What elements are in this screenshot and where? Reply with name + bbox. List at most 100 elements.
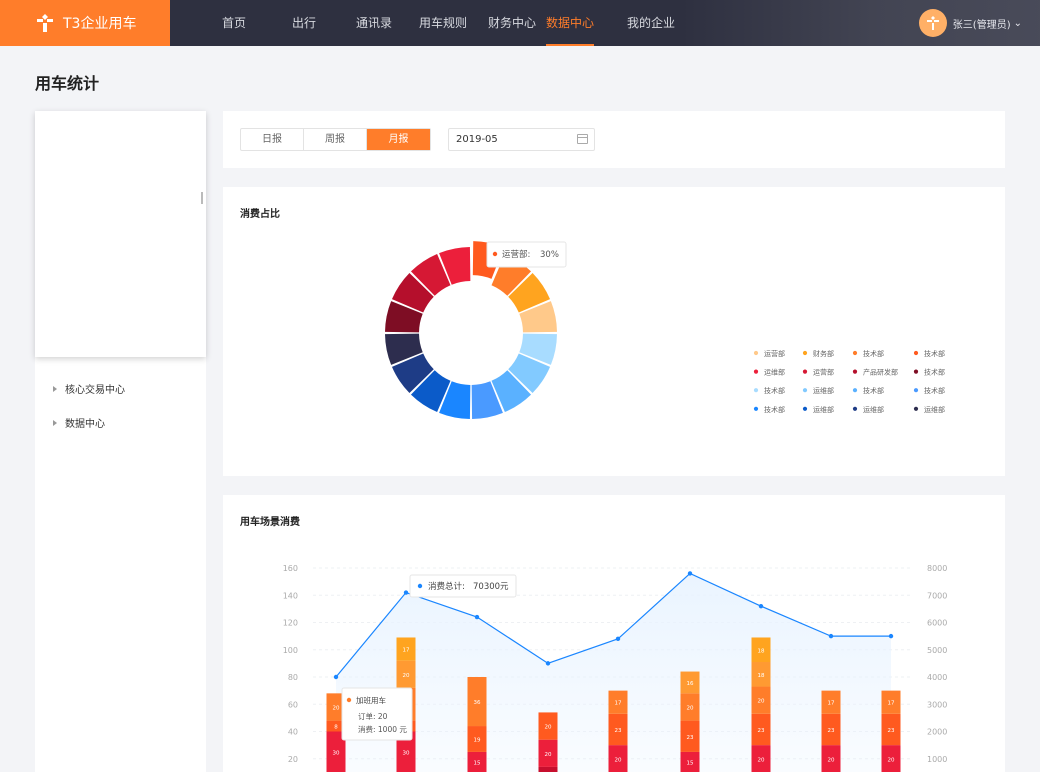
sidebar-panel: [35, 111, 206, 357]
legend-item[interactable]: 运营部: [753, 349, 785, 358]
bar-tooltip: 加班用车 订单: 20 消费: 1000 元: [341, 687, 413, 741]
legend-item[interactable]: 财务部: [802, 349, 834, 358]
bar-stack[interactable]: 20 23 17: [608, 690, 628, 772]
legend-item[interactable]: 运维部: [913, 405, 945, 414]
nav-contacts[interactable]: 通讯录: [356, 0, 392, 46]
chevron-down-icon: ⌄: [1013, 17, 1022, 29]
legend-dot: [802, 406, 808, 411]
bar-value-label: 20: [545, 725, 552, 731]
legend-dot: [913, 406, 919, 411]
legend-item[interactable]: 技术部: [852, 349, 884, 358]
month-picker[interactable]: 2019-05: [448, 128, 595, 151]
tab-monthly[interactable]: 月报: [367, 129, 430, 150]
y-left-tick: 80: [288, 673, 298, 682]
legend-label: 技术部: [863, 386, 884, 395]
bar-stack[interactable]: 15 23 20 16: [680, 671, 700, 772]
tab-weekly[interactable]: 周报: [304, 129, 367, 150]
legend-label: 财务部: [813, 349, 834, 358]
bar-value-label: 23: [687, 735, 694, 741]
bar-value-label: 23: [615, 728, 622, 734]
nav-my-company[interactable]: 我的企业: [627, 0, 675, 46]
legend-item[interactable]: 运营部: [802, 368, 834, 377]
donut-card: 消费占比 运营部: 30% 运营部 财务部 技术部 技术部 运维部 运营部 产品研发部 技术部…: [223, 187, 1005, 476]
bar-value-label: 20: [333, 705, 340, 711]
line-point[interactable]: [474, 614, 480, 620]
bar-value-label: 20: [888, 757, 895, 763]
scene-card: 用车场景消费 20 40 60 80 100 120 140 160 1000 2000 3000 4…: [223, 495, 1005, 772]
legend-label: 运维部: [813, 405, 834, 414]
user-name: 张三(管理员): [952, 19, 1011, 31]
legend-item[interactable]: 技术部: [753, 386, 785, 395]
legend-label: 运维部: [813, 386, 834, 395]
legend-label: 运营部: [764, 349, 785, 358]
bar-value-label: 30: [333, 750, 340, 756]
bar-value-label: 19: [474, 737, 481, 743]
line-tooltip-label: 消费总计:: [428, 581, 465, 592]
legend-dot: [852, 406, 858, 411]
legend-dot: [852, 369, 858, 374]
line-point[interactable]: [545, 661, 551, 666]
legend-item[interactable]: 技术部: [852, 386, 884, 395]
legend-item[interactable]: 运维部: [753, 368, 785, 377]
legend-item[interactable]: 产品研发部: [852, 368, 898, 377]
sidebar-item-core-trade[interactable]: 核心交易中心: [53, 381, 125, 396]
line-point[interactable]: [687, 571, 693, 576]
legend-label: 技术部: [924, 349, 945, 358]
bar-value-label: 17: [615, 701, 622, 707]
legend-item[interactable]: 技术部: [913, 368, 945, 377]
y-left-tick: 40: [288, 728, 298, 737]
bar-value-label: 17: [403, 648, 410, 654]
caret-right-icon: [53, 419, 57, 426]
bar-value-label: 20: [758, 699, 765, 705]
brand[interactable]: T3企业用车: [0, 0, 170, 46]
filter-card: 日报 周报 月报 2019-05: [223, 111, 1005, 168]
line-point[interactable]: [615, 636, 621, 642]
nav-home[interactable]: 首页: [222, 0, 246, 46]
logo-icon: [37, 14, 53, 32]
legend-item[interactable]: 技术部: [913, 349, 945, 358]
legend-label: 产品研发部: [863, 368, 898, 377]
legend-label: 运维部: [924, 405, 945, 414]
donut-tooltip-value: 30%: [540, 250, 559, 260]
line-point[interactable]: [828, 633, 834, 639]
bar-stack[interactable]: 20 23 17: [821, 690, 841, 772]
bar-value-label: 20: [828, 757, 835, 763]
y-left-tick: 160: [283, 564, 298, 573]
nav-data-center[interactable]: 数据中心: [546, 0, 595, 46]
bar-value-label: 17: [828, 701, 835, 707]
avatar: [918, 9, 947, 37]
y-left-tick: 100: [283, 646, 298, 655]
bar-value-label: 17: [888, 701, 895, 707]
y-right-tick: 7000: [927, 591, 947, 600]
scrollbar[interactable]: [201, 192, 203, 204]
legend-item[interactable]: 运维部: [802, 405, 834, 414]
caret-right-icon: [53, 385, 57, 392]
bar-value-label: 15: [687, 761, 694, 767]
user-menu[interactable]: 张三(管理员) ⌄: [918, 8, 1022, 38]
sidebar-item-data-center[interactable]: 数据中心: [53, 415, 105, 430]
bar-stack[interactable]: 15 19 36: [467, 677, 487, 772]
tab-daily[interactable]: 日报: [241, 129, 304, 150]
bar-value-label: 8: [334, 725, 338, 731]
nav-finance[interactable]: 财务中心: [488, 0, 536, 46]
line-point[interactable]: [888, 633, 894, 639]
report-tabs: 日报 周报 月报: [240, 128, 431, 151]
legend-item[interactable]: 技术部: [753, 405, 785, 414]
line-point[interactable]: [403, 590, 409, 595]
legend-item[interactable]: 运维部: [852, 405, 884, 414]
line-point[interactable]: [758, 603, 764, 609]
bar-stack[interactable]: 20 23 20 18 18: [751, 637, 771, 772]
bar-stack[interactable]: 20 23 17: [881, 690, 901, 772]
bar-stack[interactable]: 2020: [538, 712, 558, 772]
bar-value-label: 15: [474, 761, 481, 767]
y-left-tick: 60: [288, 700, 298, 709]
legend-dot: [753, 388, 759, 393]
legend-label: 运维部: [863, 405, 884, 414]
nav-trips[interactable]: 出行: [292, 0, 316, 46]
legend-item[interactable]: 运维部: [802, 386, 834, 395]
legend-item[interactable]: 技术部: [913, 386, 945, 395]
nav-rules[interactable]: 用车规则: [419, 0, 467, 46]
bar-value-label: 20: [545, 752, 552, 758]
bar-segment[interactable]: [538, 766, 558, 772]
line-point[interactable]: [333, 674, 339, 680]
